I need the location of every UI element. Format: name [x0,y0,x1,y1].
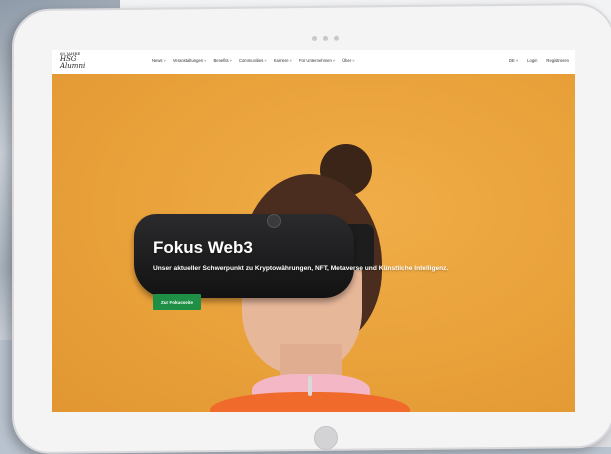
menu-item-label: Über [342,58,352,63]
chevron-down-icon: ˅ [264,58,267,63]
tablet-screen: 60 JAHRE HSG Alumni News˅ Veranstaltunge… [52,50,575,412]
main-menu: News˅ Veranstaltungen˅ Benefits˅ Communi… [152,58,355,63]
menu-item-label: Communities [238,58,264,63]
menu-item-ueber[interactable]: Über˅ [342,58,354,63]
chevron-down-icon: ˅ [352,58,355,63]
chevron-down-icon: ˅ [289,58,292,63]
chevron-down-icon: ˅ [332,58,336,63]
top-navigation: 60 JAHRE HSG Alumni News˅ Veranstaltunge… [52,50,575,75]
language-label: DE [509,58,515,63]
hero-image-zipper [308,376,312,396]
hero-subtitle: Unser aktueller Schwerpunkt zu Kryptowäh… [153,265,449,272]
menu-item-veranstaltungen[interactable]: Veranstaltungen˅ [173,58,207,63]
menu-item-benefits[interactable]: Benefits˅ [213,58,231,63]
menu-item-news[interactable]: News˅ [152,58,166,63]
chevron-down-icon: ˅ [229,58,232,63]
menu-item-label: News [152,58,163,63]
menu-item-label: Für Unternehmen [298,58,332,63]
menu-item-label: Veranstaltungen [172,58,204,63]
register-link[interactable]: Registrieren [546,58,569,63]
hero-banner: Fokus Web3 Unser aktueller Schwerpunkt z… [52,74,575,412]
hsg-alumni-logo[interactable]: 60 JAHRE HSG Alumni [60,52,94,72]
login-link[interactable]: Login [527,58,537,63]
logo-line3: Alumni [60,62,86,70]
menu-item-fuer-unternehmen[interactable]: Für Unternehmen˅ [299,58,335,63]
menu-item-communities[interactable]: Communities˅ [239,58,267,63]
home-button[interactable] [314,425,338,450]
chevron-down-icon: ˅ [204,58,207,63]
camera-dots [312,35,339,42]
account-nav: DE˅ Login Registrieren [509,58,569,63]
chevron-down-icon: ˅ [163,58,166,63]
menu-item-label: Karriere [273,58,289,63]
hero-title: Fokus Web3 [153,238,253,257]
menu-item-label: Benefits [213,58,229,63]
language-selector[interactable]: DE˅ [509,58,518,63]
menu-item-karriere[interactable]: Karriere˅ [274,58,292,63]
chevron-down-icon: ˅ [515,58,519,63]
vr-sensor [267,214,281,228]
focus-page-button[interactable]: Zur Fokusseite [153,294,201,310]
